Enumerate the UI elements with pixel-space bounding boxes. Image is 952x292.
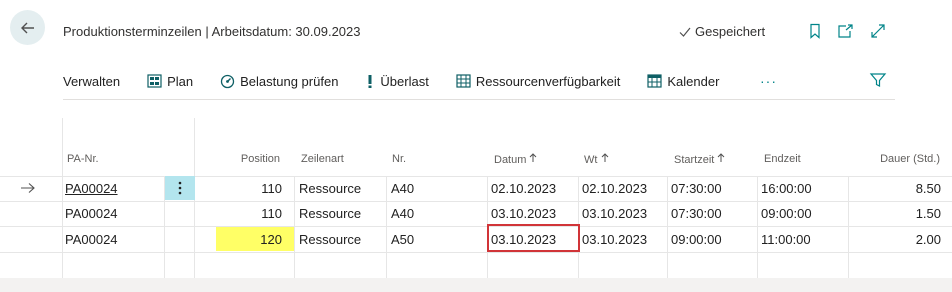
- plan-action[interactable]: Plan: [147, 74, 193, 89]
- dauer-cell[interactable]: 8.50: [852, 176, 941, 201]
- exclamation-icon: [368, 74, 372, 88]
- zeilenart-cell[interactable]: Ressource: [299, 176, 361, 201]
- nr-cell[interactable]: A50: [391, 227, 414, 252]
- endzeit-cell[interactable]: 16:00:00: [761, 176, 812, 201]
- expand-button[interactable]: [869, 22, 887, 40]
- pa-nr-cell[interactable]: PA00024: [65, 227, 118, 252]
- wt-cell[interactable]: 03.10.2023: [582, 201, 647, 226]
- saved-label: Gespeichert: [695, 24, 766, 39]
- column-header-nr[interactable]: Nr.: [392, 153, 406, 165]
- pa-nr-cell[interactable]: PA00024: [65, 201, 118, 226]
- grid-line: [757, 176, 758, 278]
- filter-icon: [869, 73, 887, 87]
- ueberlast-action[interactable]: Überlast: [365, 73, 429, 89]
- endzeit-cell[interactable]: 09:00:00: [761, 201, 812, 226]
- arrow-left-icon: [20, 22, 34, 33]
- grid-line: [294, 176, 295, 278]
- ressourcen-label: Ressourcenverfügbarkeit: [475, 73, 621, 89]
- grid-line: [667, 176, 668, 278]
- column-header-startzeit[interactable]: Startzeit: [674, 153, 725, 166]
- arrow-up-icon: [718, 153, 725, 162]
- startzeit-cell[interactable]: 07:30:00: [671, 176, 722, 201]
- datum-cell[interactable]: 02.10.2023: [491, 176, 556, 201]
- pa-nr-cell[interactable]: PA00024: [65, 176, 118, 201]
- grid-line: [62, 118, 63, 278]
- grid-line: [848, 176, 849, 278]
- plan-label: Plan: [167, 73, 194, 89]
- action-bar: Verwalten Plan Belastung prüfen Überlast…: [63, 71, 719, 91]
- wt-cell[interactable]: 03.10.2023: [582, 227, 647, 252]
- arrow-up-icon: [530, 153, 537, 162]
- action-bar-divider: [63, 99, 895, 100]
- column-header-wt-label: Wt: [584, 154, 598, 166]
- zeilenart-cell[interactable]: Ressource: [299, 201, 361, 226]
- expand-icon: [871, 24, 885, 38]
- open-in-new-window-button[interactable]: [836, 22, 854, 40]
- saved-status: Gespeichert: [678, 24, 765, 39]
- datum-selection-outline: [487, 224, 580, 252]
- dauer-cell[interactable]: 2.00: [852, 227, 941, 252]
- page-title: Produktionsterminzeilen | Arbeitsdatum: …: [63, 24, 361, 39]
- filter-button[interactable]: [869, 71, 887, 89]
- startzeit-cell[interactable]: 07:30:00: [671, 201, 722, 226]
- datum-cell[interactable]: 03.10.2023: [491, 201, 556, 226]
- ueberlast-label: Überlast: [380, 73, 429, 89]
- bookmark-button[interactable]: [806, 22, 824, 40]
- dauer-cell[interactable]: 1.50: [852, 201, 941, 226]
- arrow-right-icon: [21, 183, 35, 193]
- ressourcenverfuegbarkeit-action[interactable]: Ressourcenverfügbarkeit: [456, 73, 621, 89]
- column-header-wt[interactable]: Wt: [584, 153, 609, 166]
- checkmark-icon: [679, 27, 691, 37]
- column-header-startzeit-label: Startzeit: [674, 154, 715, 166]
- position-cell[interactable]: 120: [200, 227, 282, 252]
- kalender-label: Kalender: [667, 73, 720, 89]
- menu-verwalten[interactable]: Verwalten: [63, 74, 120, 89]
- position-cell[interactable]: 110: [200, 176, 282, 201]
- belastung-pruefen-action[interactable]: Belastung prüfen: [220, 74, 338, 89]
- gauge-icon: [220, 74, 235, 88]
- wt-cell[interactable]: 02.10.2023: [582, 176, 647, 201]
- kalender-action[interactable]: Kalender: [647, 74, 719, 89]
- bookmark-icon: [810, 23, 820, 39]
- grid-line: [386, 176, 387, 278]
- bottom-scroll-area: [0, 278, 952, 292]
- table-icon: [456, 74, 471, 88]
- nr-cell[interactable]: A40: [391, 176, 414, 201]
- column-header-zeilenart[interactable]: Zeilenart: [301, 153, 344, 165]
- arrow-up-icon: [601, 153, 608, 162]
- startzeit-cell[interactable]: 09:00:00: [671, 227, 722, 252]
- column-header-datum[interactable]: Datum: [494, 153, 537, 166]
- calendar-icon: [647, 74, 662, 88]
- open-in-new-window-icon: [837, 24, 853, 38]
- zeilenart-cell[interactable]: Ressource: [299, 227, 361, 252]
- column-header-dauer[interactable]: Dauer (Std.): [852, 153, 940, 165]
- column-header-datum-label: Datum: [494, 154, 527, 166]
- grid-icon: [147, 74, 162, 88]
- row-actions-button[interactable]: [165, 176, 195, 200]
- vertical-dots-icon: [178, 181, 182, 195]
- back-button[interactable]: [10, 10, 45, 45]
- column-header-endzeit[interactable]: Endzeit: [764, 153, 801, 165]
- grid-line: [0, 252, 952, 253]
- column-header-pa-nr[interactable]: PA-Nr.: [67, 153, 99, 165]
- position-cell[interactable]: 110: [200, 201, 282, 226]
- endzeit-cell[interactable]: 11:00:00: [761, 227, 811, 252]
- more-actions-button[interactable]: ···: [760, 73, 777, 89]
- belastung-label: Belastung prüfen: [240, 73, 339, 89]
- column-header-position[interactable]: Position: [216, 153, 280, 165]
- nr-cell[interactable]: A40: [391, 201, 414, 226]
